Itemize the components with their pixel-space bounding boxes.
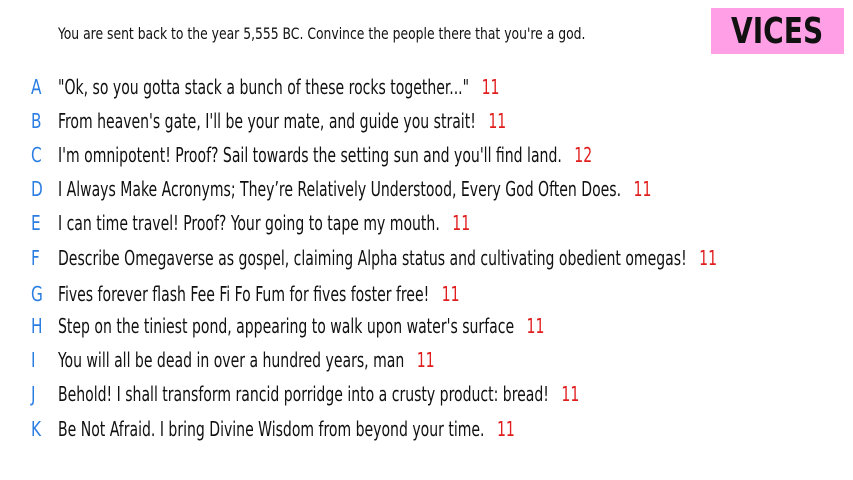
answer-text: Behold! I shall transform rancid porridg… <box>58 382 549 406</box>
answer-text: Fives forever flash Fee Fi Fo Fum for fi… <box>58 282 430 306</box>
answer-letter: C <box>31 143 42 167</box>
answer-letter: E <box>31 211 41 235</box>
answer-score: 11 <box>526 314 545 338</box>
answer-list: A "Ok, so you gotta stack a bunch of the… <box>0 0 853 480</box>
answer-line: "Ok, so you gotta stack a bunch of these… <box>58 75 499 99</box>
answer-line: I can time travel! Proof? Your going to … <box>58 211 470 235</box>
answer-text: I'm omnipotent! Proof? Sail towards the … <box>58 143 562 167</box>
answer-score: 11 <box>452 211 471 235</box>
answer-score: 11 <box>416 348 435 372</box>
answer-line: From heaven's gate, I'll be your mate, a… <box>58 109 506 133</box>
answer-text: Step on the tiniest pond, appearing to w… <box>58 314 515 338</box>
answer-line: I'm omnipotent! Proof? Sail towards the … <box>58 143 592 167</box>
answer-score: 12 <box>574 143 593 167</box>
answer-score: 11 <box>481 75 500 99</box>
answer-line: Behold! I shall transform rancid porridg… <box>58 382 579 406</box>
answer-line: Step on the tiniest pond, appearing to w… <box>58 314 544 338</box>
answer-text: I can time travel! Proof? Your going to … <box>58 211 440 235</box>
answer-letter: D <box>31 177 43 201</box>
answer-line: You will all be dead in over a hundred y… <box>58 348 435 372</box>
answer-line: Be Not Afraid. I bring Divine Wisdom fro… <box>58 417 515 441</box>
answer-text: From heaven's gate, I'll be your mate, a… <box>58 109 476 133</box>
answer-letter: G <box>31 282 43 306</box>
answer-letter: F <box>31 246 40 270</box>
answer-letter: A <box>31 75 42 99</box>
answer-text: You will all be dead in over a hundred y… <box>58 348 405 372</box>
answer-letter: B <box>31 109 42 133</box>
answer-text: Be Not Afraid. I bring Divine Wisdom fro… <box>58 417 485 441</box>
answer-line: Fives forever flash Fee Fi Fo Fum for fi… <box>58 282 460 306</box>
answer-text: Describe Omegaverse as gospel, claiming … <box>58 246 687 270</box>
answer-letter: I <box>31 348 36 372</box>
answer-text: I Always Make Acronyms; They’re Relative… <box>58 177 622 201</box>
answer-score: 11 <box>488 109 507 133</box>
answer-letter: J <box>31 382 36 406</box>
answer-score: 11 <box>441 282 460 306</box>
answer-line: I Always Make Acronyms; They’re Relative… <box>58 177 651 201</box>
answer-text: "Ok, so you gotta stack a bunch of these… <box>58 75 470 99</box>
answer-score: 11 <box>561 382 580 406</box>
answer-letter: K <box>31 417 42 441</box>
answer-score: 11 <box>699 246 718 270</box>
answer-line: Describe Omegaverse as gospel, claiming … <box>58 246 717 270</box>
answer-letter: H <box>31 314 43 338</box>
answer-score: 11 <box>633 177 652 201</box>
answer-score: 11 <box>496 417 515 441</box>
